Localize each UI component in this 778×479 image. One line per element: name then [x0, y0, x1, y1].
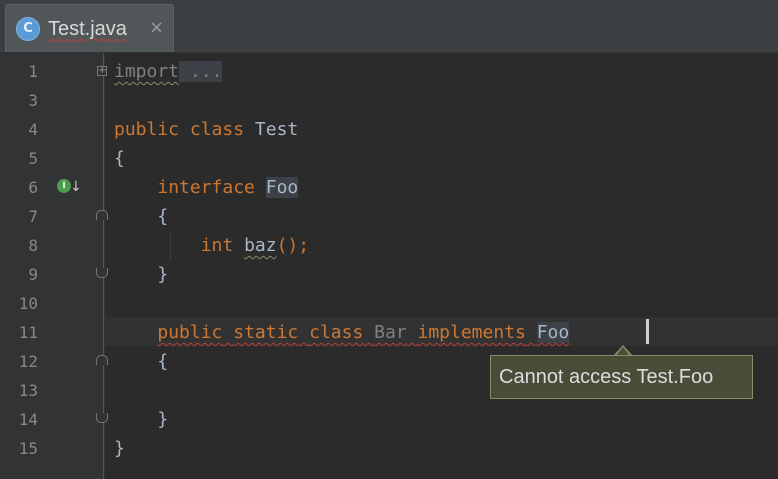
keyword: class: [189, 119, 245, 140]
code-line-8: int baz();: [114, 231, 309, 260]
folded-imports[interactable]: ...: [179, 61, 223, 82]
brace: {: [114, 148, 125, 169]
code-line-7: {: [114, 202, 168, 231]
error-reference[interactable]: Foo: [536, 322, 570, 343]
keyword: class: [309, 322, 364, 343]
keyword: public: [157, 322, 223, 343]
keyword: public: [114, 119, 180, 140]
code-line-9: }: [114, 260, 168, 289]
close-icon[interactable]: ×: [149, 17, 164, 39]
tab-test-java[interactable]: C Test.java ×: [5, 4, 174, 52]
text-caret: [646, 319, 649, 344]
code-line-4: public class Test: [114, 115, 298, 144]
brace: {: [157, 351, 169, 372]
class-name: Test: [254, 119, 299, 140]
method-name: baz: [244, 235, 277, 256]
brace: }: [114, 438, 125, 459]
brace: }: [157, 264, 169, 285]
keyword: implements: [417, 322, 526, 343]
keyword: interface: [157, 177, 255, 198]
brace: {: [157, 206, 169, 227]
error-tooltip: Cannot access Test.Foo: [490, 355, 753, 399]
java-class-icon: C: [16, 17, 40, 41]
tab-label: Test.java: [48, 18, 127, 40]
code-line-14: }: [114, 405, 168, 434]
code-line-1: import ...: [114, 57, 223, 86]
brace: }: [157, 409, 169, 430]
code-editor[interactable]: 1 3 4 5 6 7 8 9 10 11 12 13 14 15 I ↓ + …: [0, 53, 778, 479]
code-line-5: {: [114, 144, 125, 173]
interface-name: Foo: [265, 177, 299, 198]
code-line-11: public static class Bar implements Foo: [114, 318, 570, 347]
import-keyword: import: [114, 61, 180, 82]
code-line-12: {: [114, 347, 168, 376]
keyword: int: [200, 235, 234, 256]
code-line-15: }: [114, 434, 125, 463]
code-line-6: interface Foo: [114, 173, 299, 202]
editor-tab-bar: C Test.java ×: [0, 0, 778, 53]
punctuation: ();: [276, 235, 310, 256]
class-name: Bar: [374, 322, 407, 343]
keyword: static: [233, 322, 299, 343]
code-area: import ... public class Test { interface…: [0, 53, 778, 479]
